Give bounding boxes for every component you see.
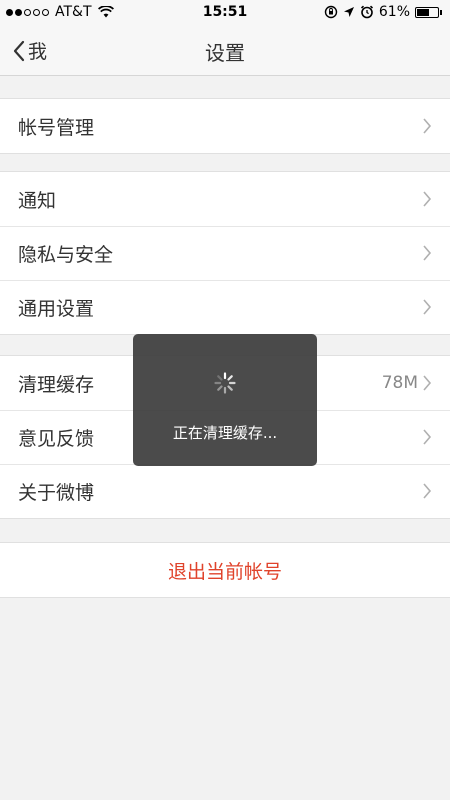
row-label: 通用设置 (18, 297, 95, 320)
row-label: 关于微博 (18, 481, 95, 504)
settings-screen: AT&T 15:51 61% 我 设置 帐号管理 通知 隐私与安全 通用设置 清… (0, 0, 450, 800)
chevron-right-icon (422, 482, 432, 500)
loading-toast: 正在清理缓存... (133, 334, 317, 466)
battery-icon (415, 6, 442, 18)
toast-message: 正在清理缓存... (172, 424, 278, 442)
battery-percentage: 61% (378, 4, 410, 20)
logout-group: 退出当前帐号 (0, 542, 450, 598)
row-label: 通知 (18, 189, 57, 212)
settings-row-notifications[interactable]: 通知 (0, 172, 450, 226)
settings-row-about[interactable]: 关于微博 (0, 464, 450, 518)
chevron-right-icon (422, 374, 432, 392)
chevron-right-icon (422, 298, 432, 316)
settings-row-privacy-security[interactable]: 隐私与安全 (0, 226, 450, 280)
chevron-right-icon (422, 117, 432, 135)
status-bar: AT&T 15:51 61% (0, 0, 450, 26)
settings-group-general: 通知 隐私与安全 通用设置 (0, 171, 450, 335)
rotation-lock-icon (324, 5, 338, 19)
row-label: 隐私与安全 (18, 243, 114, 266)
row-label: 帐号管理 (18, 116, 95, 139)
cache-size-value: 78M (381, 373, 418, 393)
loading-spinner-icon (214, 372, 236, 394)
chevron-right-icon (422, 428, 432, 446)
settings-row-account-management[interactable]: 帐号管理 (0, 99, 450, 153)
page-title: 设置 (205, 41, 245, 65)
chevron-right-icon (422, 190, 432, 208)
alarm-icon (360, 5, 373, 19)
logout-label: 退出当前帐号 (167, 560, 282, 583)
chevron-right-icon (422, 244, 432, 262)
settings-group-account: 帐号管理 (0, 98, 450, 154)
navigation-bar: 我 设置 (0, 26, 450, 76)
logout-button[interactable]: 退出当前帐号 (0, 543, 450, 597)
location-icon (343, 7, 354, 17)
settings-row-general-settings[interactable]: 通用设置 (0, 280, 450, 334)
